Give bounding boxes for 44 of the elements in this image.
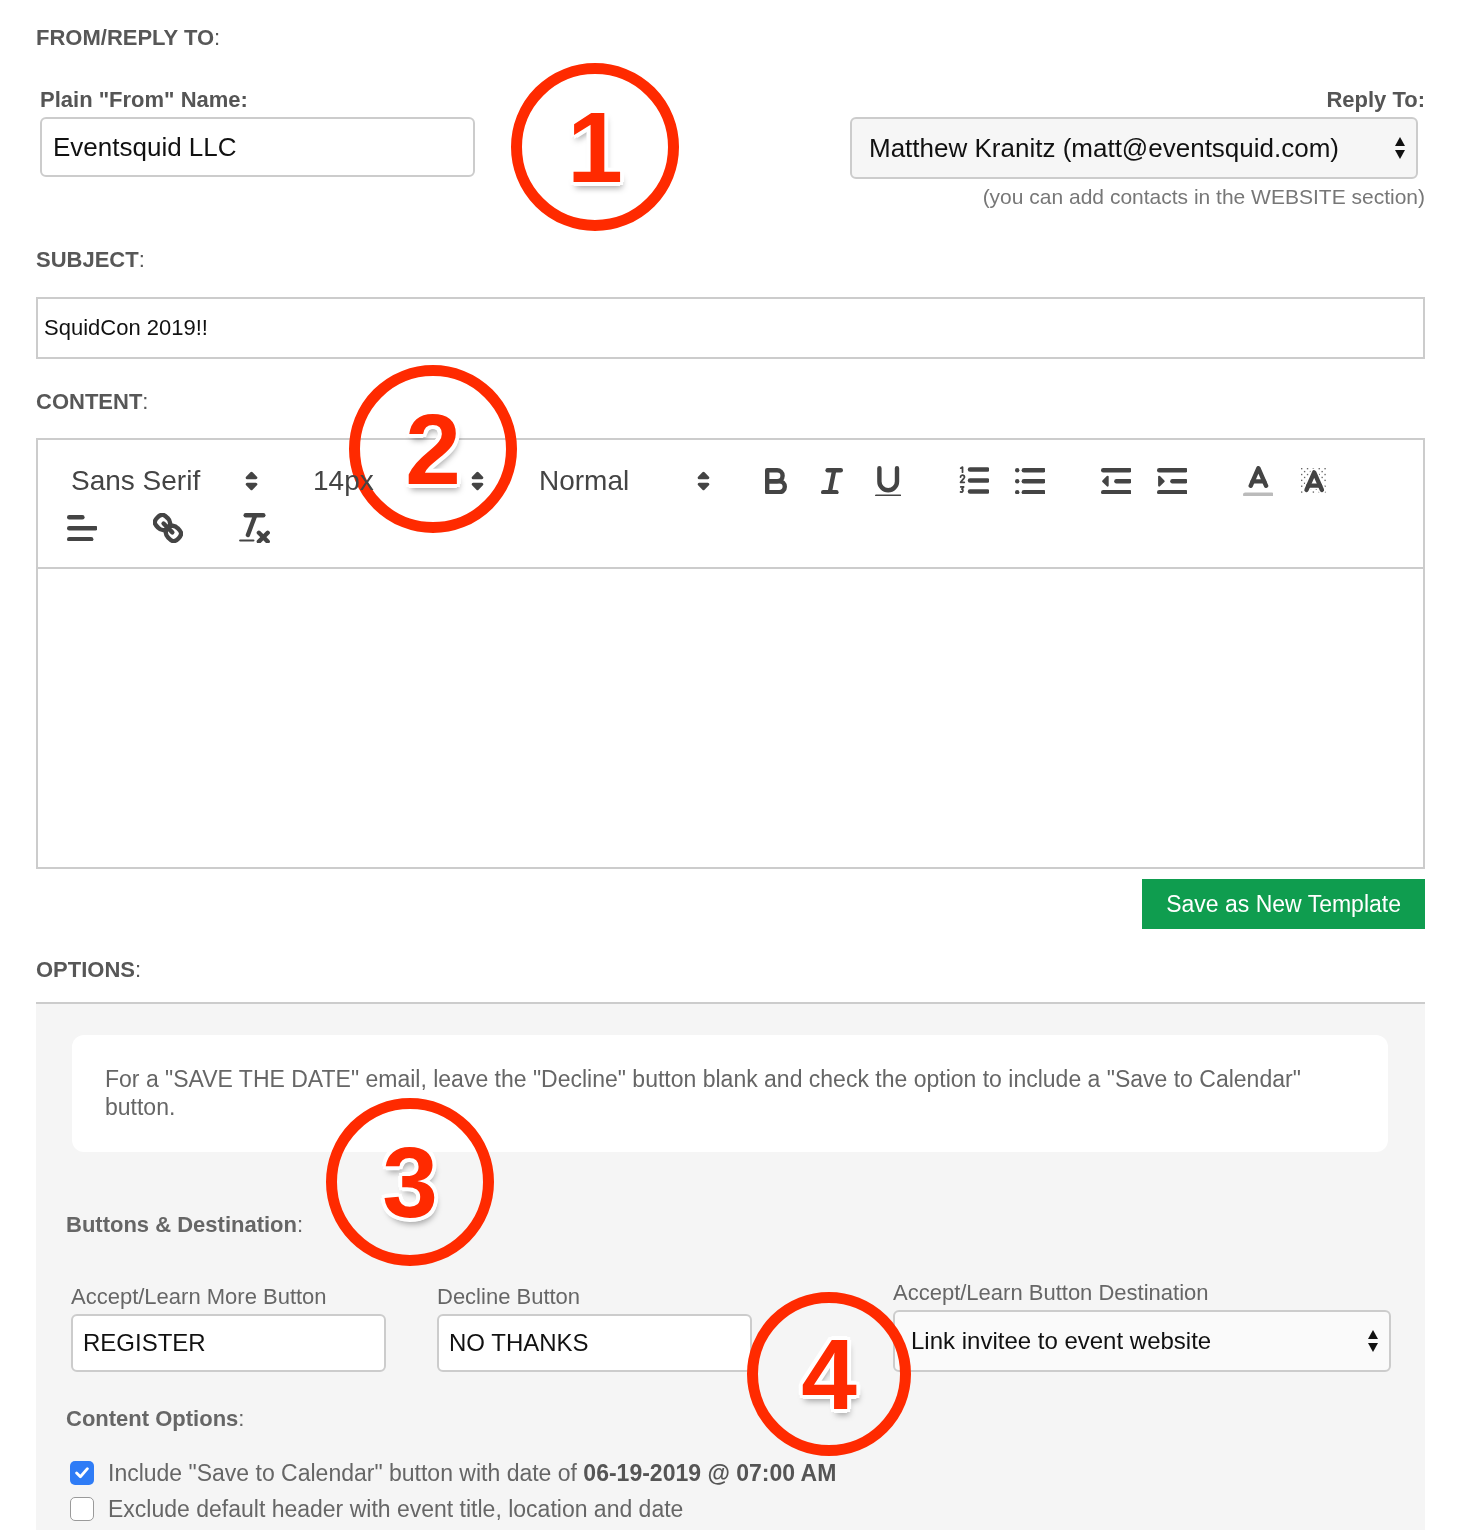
outdent-icon <box>1100 467 1132 495</box>
checkbox[interactable] <box>70 1461 94 1485</box>
hint-text: (you can add contacts in the WEBSITE section) <box>982 185 1425 209</box>
field-label: Reply To: <box>1326 88 1425 112</box>
step-number-callout: 1 <box>511 63 679 231</box>
subject-input[interactable]: SquidCon 2019!! <box>36 297 1425 359</box>
button-text-input[interactable]: NO THANKS <box>437 1314 752 1372</box>
highlight-icon <box>1300 467 1328 495</box>
font-family-picker[interactable]: Sans Serif <box>54 459 266 503</box>
field-label: Accept/Learn Button Destination <box>893 1280 1209 1306</box>
up-down-arrow-icon <box>1394 135 1406 161</box>
up-down-caret-icon <box>697 471 710 491</box>
clear-format-icon <box>238 512 270 544</box>
checkbox-label: Exclude default header with event title, location and date <box>108 1496 684 1522</box>
section-heading: FROM/REPLY TO: <box>36 26 221 50</box>
bullet-list-icon <box>1014 467 1046 495</box>
up-down-arrow-icon <box>1367 1328 1379 1354</box>
section-heading: CONTENT: <box>36 390 149 414</box>
section-heading: SUBJECT: <box>36 248 145 272</box>
from-name-input[interactable]: Eventsquid LLC <box>40 117 475 177</box>
field-label: Accept/Learn More Button <box>71 1284 327 1310</box>
align-left-icon <box>66 514 98 542</box>
destination-select[interactable]: Link invitee to event website <box>893 1310 1391 1372</box>
save-template-button[interactable]: Save as New Template <box>1142 879 1425 929</box>
numbered-list-icon <box>958 466 990 496</box>
link-icon <box>153 513 183 543</box>
subsection-heading: Buttons & Destination: <box>66 1212 304 1238</box>
checkbox-label: Include "Save to Calendar" button with date of 06-19-2019 @ 07:00 AM <box>108 1460 837 1486</box>
up-down-caret-icon <box>245 471 258 491</box>
italic-icon <box>821 467 843 495</box>
checkbox[interactable] <box>70 1497 94 1521</box>
bold-icon <box>765 467 787 495</box>
text-color-icon <box>1242 465 1274 497</box>
field-label: Decline Button <box>437 1284 581 1310</box>
section-heading: OPTIONS: <box>36 958 142 982</box>
indent-icon <box>1156 467 1188 495</box>
up-down-caret-icon <box>471 471 484 491</box>
underline-icon <box>874 465 902 497</box>
checkmark-icon <box>75 1467 89 1479</box>
subsection-heading: Content Options: <box>66 1406 245 1432</box>
field-label: Plain "From" Name: <box>40 88 248 112</box>
reply-to-select[interactable]: Matthew Kranitz (matt@eventsquid.com) <box>850 117 1418 179</box>
heading-style-picker[interactable]: Normal <box>522 459 718 503</box>
button-text-input[interactable]: REGISTER <box>71 1314 386 1372</box>
